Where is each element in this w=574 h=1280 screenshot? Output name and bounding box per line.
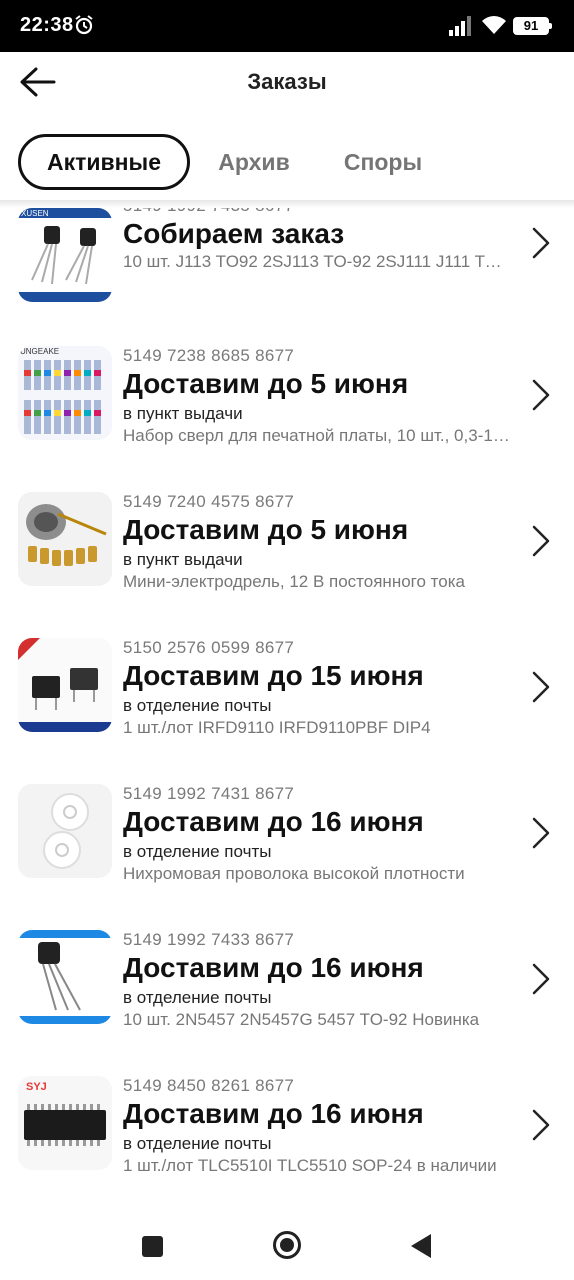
order-item[interactable]: UNGEAKE 5149 7238 8685 8677 Доставим до … [0,346,574,492]
status-bar: 22:38 91 [0,0,574,52]
order-description: 10 шт. 2N5457 2N5457G 5457 TO-92 Новинка [123,1010,480,1029]
order-number: 5149 1992 7433 8677 [123,930,295,949]
order-status: Доставим до 16 июня [123,1098,424,1129]
chevron-right-icon [532,671,550,703]
tabs-divider [0,200,574,208]
order-delivery-point: в пункт выдачи [123,550,243,569]
order-status: Доставим до 5 июня [123,368,409,399]
order-item[interactable]: 5149 1992 7431 8677 Доставим до 16 июня … [0,784,574,930]
order-number: 5149 7240 4575 8677 [123,492,295,511]
order-delivery-point: в отделение почты [123,696,272,715]
order-status: Доставим до 16 июня [123,952,424,983]
chevron-right-icon [532,227,550,259]
order-number: 5149 1992 7431 8677 [123,784,295,803]
product-thumbnail [18,638,112,732]
product-thumbnail [18,930,112,1024]
order-status: Собираем заказ [123,218,345,249]
order-delivery-point: в отделение почты [123,842,272,861]
order-item[interactable]: 5149 7240 4575 8677 Доставим до 5 июня в… [0,492,574,638]
order-number: 5150 2576 0599 8677 [123,638,295,657]
home-button[interactable] [272,1230,302,1260]
order-item[interactable]: 5150 2576 0599 8677 Доставим до 15 июня … [0,638,574,784]
battery-indicator: 91 [513,17,552,35]
order-status: Доставим до 5 июня [123,514,409,545]
thumb-caption: UNGEAKE [20,347,59,356]
order-delivery-point: в отделение почты [123,1134,272,1153]
order-item[interactable]: XUSEN 5149 1992 7435 8677 Собираем заказ… [0,208,574,342]
order-number: 5149 1992 7435 8677 [123,208,294,216]
alarm-icon [75,15,93,35]
orders-list[interactable]: XUSEN 5149 1992 7435 8677 Собираем заказ… [0,208,574,1213]
order-status: Доставим до 16 июня [123,806,424,837]
back-button[interactable] [409,1232,433,1260]
wifi-icon [482,16,506,34]
order-description: 1 шт./лот TLC5510I TLC5510 SOP-24 в нали… [123,1156,497,1175]
chevron-right-icon [532,1109,550,1141]
product-thumbnail [18,492,112,586]
order-description: Мини-электродрель, 12 В постоянного тока [123,572,465,591]
thumb-caption: XUSEN [21,209,49,218]
tab-disputes[interactable]: Споры [332,134,434,190]
tab-bar: Активные Архив Споры [0,132,574,194]
order-delivery-point: в отделение почты [123,988,272,1007]
product-thumbnail: XUSEN [18,208,112,302]
order-description: Набор сверл для печатной платы, 10 шт., … [123,426,513,445]
recents-button[interactable] [142,1236,163,1257]
chevron-right-icon [532,379,550,411]
order-number: 5149 7238 8685 8677 [123,346,295,365]
order-description: Нихромовая проволока высокой плотности [123,864,465,883]
status-time: 22:38 [20,14,74,36]
system-nav-bar [0,1213,574,1280]
tab-active[interactable]: Активные [18,134,190,190]
order-number: 5149 8450 8261 8677 [123,1076,295,1095]
thumb-caption: SYJ [26,1081,47,1093]
order-description: 1 шт./лот IRFD9110 IRFD9110PBF DIP4 [123,718,431,737]
app-header: Заказы [0,52,574,112]
order-delivery-point: в пункт выдачи [123,404,243,423]
order-status: Доставим до 15 июня [123,660,424,691]
signal-icon [449,16,471,36]
chevron-right-icon [532,817,550,849]
page-title: Заказы [247,69,327,94]
product-thumbnail: UNGEAKE [18,346,112,440]
tab-archive[interactable]: Архив [206,134,302,190]
order-description: 10 шт. J113 TO92 2SJ113 TO-92 2SJ111 J11… [123,252,513,271]
chevron-right-icon [532,963,550,995]
product-thumbnail [18,784,112,878]
order-item[interactable]: SYJ 5149 8450 8261 8677 Доставим до 16 и… [0,1076,574,1213]
product-thumbnail: SYJ [18,1076,112,1170]
chevron-right-icon [532,525,550,557]
order-item[interactable]: 5149 1992 7433 8677 Доставим до 16 июня … [0,930,574,1076]
